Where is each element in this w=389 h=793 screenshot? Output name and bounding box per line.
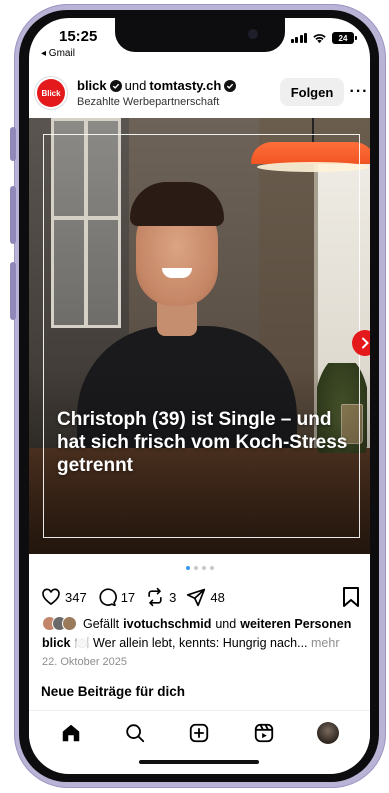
profile-avatar <box>316 721 339 744</box>
post-date: 22. Oktober 2025 <box>42 656 128 668</box>
nav-create[interactable] <box>186 720 212 746</box>
verified-badge-icon <box>109 79 122 92</box>
comment-button[interactable]: 17 <box>97 587 135 607</box>
follow-button[interactable]: Folgen <box>280 78 344 106</box>
nav-home[interactable] <box>58 720 84 746</box>
shares-count: 48 <box>210 589 225 605</box>
signal-icon <box>290 33 307 43</box>
notch <box>115 18 285 52</box>
home-icon <box>62 724 80 741</box>
heart-icon <box>42 588 60 606</box>
author-primary-link[interactable]: blick <box>77 78 107 93</box>
carousel-dot <box>209 566 214 570</box>
likes-middle: und <box>215 616 237 631</box>
home-indicator[interactable] <box>139 760 259 764</box>
comment-icon <box>99 588 117 607</box>
liker-avatars <box>42 616 79 631</box>
reels-icon <box>254 723 273 742</box>
screen: 15:25 ◂ Gmail 24 Blick blick und tomtast… <box>29 18 370 774</box>
author-avatar[interactable]: Blick <box>37 79 65 107</box>
send-icon <box>187 588 206 607</box>
likes-summary[interactable]: Gefällt ivotuchschmid und weiteren Perso… <box>42 616 351 631</box>
search-icon <box>126 723 145 742</box>
nav-search[interactable] <box>122 720 148 746</box>
carousel-dot <box>193 566 198 570</box>
nav-reels[interactable] <box>251 720 277 746</box>
liker-username[interactable]: ivotuchschmid <box>123 617 211 631</box>
back-to-gmail-link[interactable]: ◂ Gmail <box>41 48 75 59</box>
caption-text: Wer allein lebt, kennts: Hungrig nach... <box>93 636 308 650</box>
post-image[interactable]: Christoph (39) ist Single – und hat sich… <box>29 118 370 554</box>
chevron-right-icon <box>362 337 369 349</box>
caption-emoji: 🍽️ <box>73 636 90 650</box>
status-time: 15:25 <box>59 28 98 45</box>
carousel-dot <box>185 566 190 570</box>
volume-up-button <box>10 186 16 244</box>
others-link[interactable]: weiteren Personen <box>240 617 351 631</box>
repost-button[interactable]: 3 <box>145 587 176 607</box>
sponsored-label[interactable]: Bezahlte Werbepartnerschaft <box>77 96 219 108</box>
share-button[interactable]: 48 <box>186 587 225 607</box>
volume-down-button <box>10 262 16 320</box>
bottom-nav <box>29 710 370 754</box>
action-row: 347 17 3 48 <box>41 584 361 610</box>
likes-prefix: Gefällt <box>83 616 120 631</box>
carousel-dots <box>29 566 370 570</box>
caption-author[interactable]: blick <box>42 636 71 650</box>
white-frame <box>43 134 360 538</box>
camera-icon <box>248 29 258 39</box>
caption[interactable]: blick 🍽️ Wer allein lebt, kennts: Hungri… <box>42 636 364 651</box>
like-button[interactable]: 347 <box>41 587 87 607</box>
repost-icon <box>148 587 162 607</box>
nav-profile[interactable] <box>315 720 341 746</box>
caption-more-link[interactable]: mehr <box>311 636 339 650</box>
battery-icon: 24 <box>332 32 357 44</box>
status-indicators: 24 <box>290 32 357 44</box>
section-title: Neue Beiträge für dich <box>41 684 186 699</box>
create-icon <box>190 723 209 742</box>
likes-count: 347 <box>65 589 87 605</box>
comments-count: 17 <box>120 589 136 605</box>
author-line: blick und tomtasty.ch <box>77 78 237 93</box>
author-connector: und <box>124 78 147 93</box>
author-secondary-link[interactable]: tomtasty.ch <box>149 78 221 93</box>
reposts-count: 3 <box>169 589 177 605</box>
wifi-icon <box>313 34 326 44</box>
avatar <box>62 616 77 631</box>
more-options-button[interactable]: ··· <box>350 78 368 106</box>
bookmark-icon[interactable] <box>341 586 361 608</box>
verified-badge-icon <box>224 79 237 92</box>
post-headline: Christoph (39) ist Single – und hat sich… <box>57 409 348 476</box>
carousel-dot <box>201 566 206 570</box>
silent-switch <box>10 127 16 161</box>
post-header: Blick blick und tomtasty.ch Bezahlte Wer… <box>29 70 370 116</box>
